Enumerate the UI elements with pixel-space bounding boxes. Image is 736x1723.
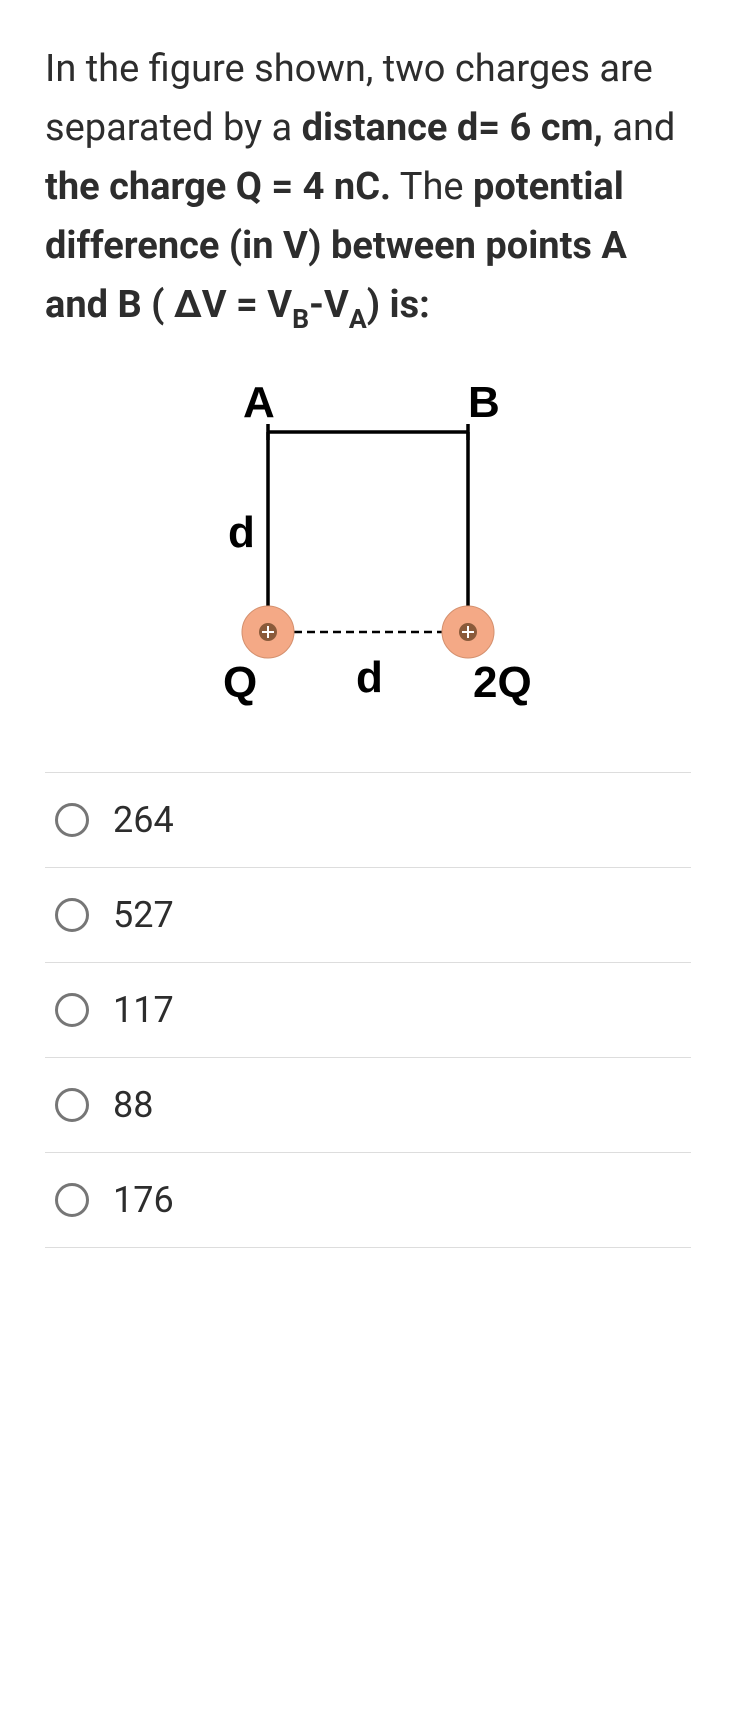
question-bold5: ) is:: [367, 283, 430, 327]
option-label: 264: [113, 799, 174, 841]
question-bold1: distance d= 6 cm,: [302, 106, 603, 150]
option-label: 117: [113, 989, 174, 1031]
option-row[interactable]: 176: [45, 1153, 691, 1248]
figure-label-Q: Q: [223, 658, 257, 707]
option-row[interactable]: 264: [45, 773, 691, 868]
figure-label-2Q: 2Q: [473, 658, 532, 707]
question-subB: B: [292, 304, 309, 335]
radio-icon[interactable]: [55, 803, 89, 837]
figure-label-d-bottom: d: [356, 653, 383, 702]
question-bold4: -V: [309, 283, 349, 327]
option-label: 88: [113, 1084, 153, 1126]
option-row[interactable]: 117: [45, 963, 691, 1058]
options-container: 264 527 117 88 176: [45, 772, 691, 1248]
radio-icon[interactable]: [55, 1088, 89, 1122]
question-text: In the figure shown, two charges are sep…: [45, 40, 691, 337]
question-part3: The: [391, 165, 473, 209]
figure-label-A: A: [243, 378, 275, 427]
figure-container: A B d d Q 2Q: [45, 372, 691, 722]
question-subA: A: [349, 304, 367, 335]
figure-label-B: B: [468, 378, 500, 427]
radio-icon[interactable]: [55, 898, 89, 932]
physics-figure: A B d d Q 2Q: [168, 372, 568, 722]
radio-icon[interactable]: [55, 1183, 89, 1217]
figure-label-d-left: d: [228, 508, 255, 557]
option-row[interactable]: 88: [45, 1058, 691, 1153]
radio-icon[interactable]: [55, 993, 89, 1027]
question-part2: and: [603, 106, 676, 150]
option-row[interactable]: 527: [45, 868, 691, 963]
option-label: 527: [113, 894, 174, 936]
option-label: 176: [113, 1179, 174, 1221]
question-bold2: the charge Q = 4 nC.: [45, 165, 391, 209]
